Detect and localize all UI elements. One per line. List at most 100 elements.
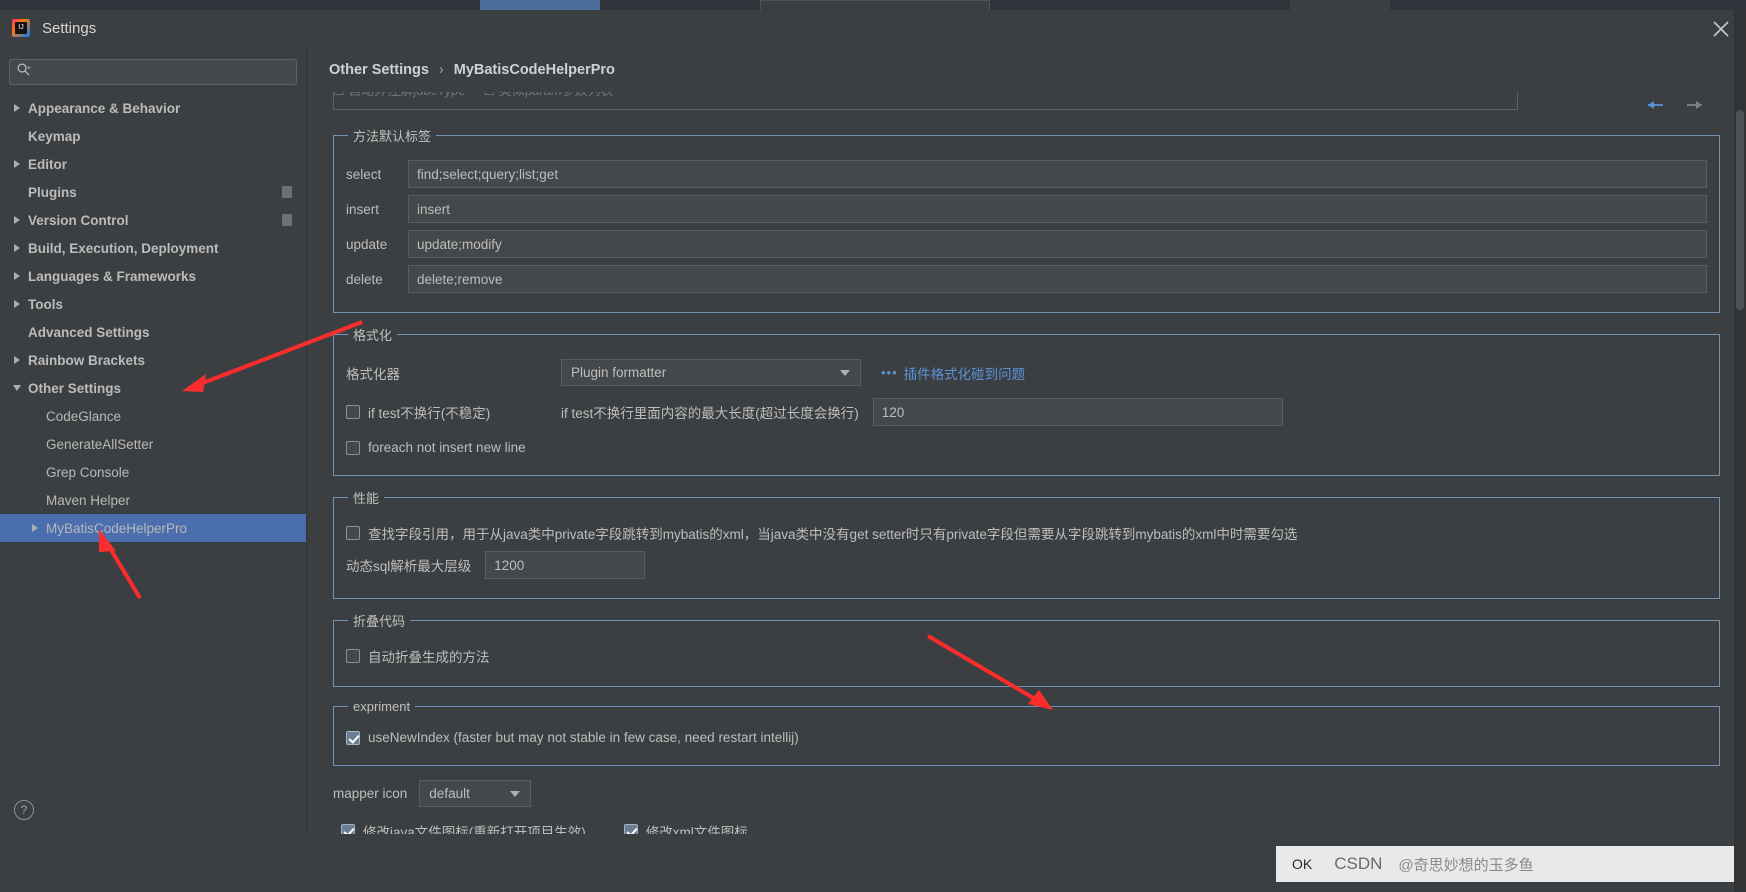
- max-length-input[interactable]: [872, 398, 1283, 426]
- formatter-help-link[interactable]: 插件格式化碰到问题: [904, 363, 1026, 383]
- find-field-ref-checkbox[interactable]: [346, 526, 360, 540]
- chevron-right-icon[interactable]: [10, 244, 24, 252]
- max-length-label: if test不换行里面内容的最大长度(超过长度会换行): [561, 406, 859, 421]
- chevron-right-icon[interactable]: [10, 300, 24, 308]
- sidebar-item-label: Keymap: [28, 128, 81, 144]
- xml-file-icon-checkbox[interactable]: [623, 824, 638, 834]
- more-options-icon[interactable]: •••: [881, 365, 898, 380]
- search-container: [0, 54, 306, 94]
- method-tag-label: update: [346, 236, 388, 252]
- sidebar-item-languages-frameworks[interactable]: Languages & Frameworks: [0, 262, 306, 290]
- breadcrumb-separator: ›: [438, 62, 444, 78]
- java-icon-row[interactable]: 修改java文件图标(重新打开项目生效): [341, 821, 586, 834]
- experiment-legend: expriment: [353, 699, 411, 714]
- sidebar-item-label: GenerateAllSetter: [46, 436, 154, 452]
- max-level-input[interactable]: [485, 551, 646, 579]
- auto-fold-label: 自动折叠生成的方法: [368, 650, 490, 665]
- file-icon-row: 修改java文件图标(重新打开项目生效) 修改xml文件图标: [341, 821, 1720, 834]
- chevron-down-icon: [510, 790, 521, 797]
- ide-edge-scrollbar[interactable]: [1734, 10, 1746, 892]
- sidebar-item-label: CodeGlance: [46, 408, 122, 424]
- if-test-checkbox-row[interactable]: if test不换行(不稳定): [346, 402, 561, 422]
- foreach-checkbox[interactable]: [346, 440, 360, 455]
- sidebar-item-maven-helper[interactable]: Maven Helper: [0, 486, 306, 514]
- ide-edge-scrollbar-thumb[interactable]: [1736, 110, 1744, 310]
- ide-background-widget: [1290, 0, 1390, 10]
- ok-button[interactable]: OK: [1292, 856, 1312, 872]
- fold-legend: 折叠代码: [353, 614, 406, 629]
- dialog-titlebar: Settings: [0, 10, 1746, 46]
- breadcrumb-current: MyBatisCodeHelperPro: [453, 62, 615, 78]
- search-input[interactable]: [35, 65, 290, 79]
- sidebar-item-other-settings[interactable]: Other Settings: [0, 374, 306, 402]
- sidebar-item-mybatiscodehelperpro[interactable]: MyBatisCodeHelperPro: [0, 514, 306, 542]
- chevron-right-icon[interactable]: [10, 104, 24, 112]
- method-tags-legend: 方法默认标签: [353, 129, 432, 144]
- sidebar-item-label: Maven Helper: [46, 492, 131, 508]
- dialog-title: Settings: [42, 19, 97, 37]
- method-tag-label: insert: [346, 201, 380, 217]
- mapper-icon-select[interactable]: default: [419, 780, 532, 807]
- breadcrumb-parent[interactable]: Other Settings: [329, 62, 429, 78]
- search-box[interactable]: [9, 59, 297, 85]
- method-tag-input[interactable]: [408, 160, 1707, 188]
- xml-icon-row[interactable]: 修改xml文件图标: [623, 821, 748, 834]
- sidebar-item-advanced-settings[interactable]: Advanced Settings: [0, 318, 306, 346]
- sidebar-item-rainbow-brackets[interactable]: Rainbow Brackets: [0, 346, 306, 374]
- help-icon[interactable]: ?: [14, 800, 34, 820]
- sidebar-item-keymap[interactable]: Keymap: [0, 122, 306, 150]
- sidebar-item-appearance-behavior[interactable]: Appearance & Behavior: [0, 94, 306, 122]
- close-icon[interactable]: [1710, 18, 1732, 40]
- sidebar-item-tools[interactable]: Tools: [0, 290, 306, 318]
- clipped-checkbox-row: ☐ 自动弄注解jdbcType ☐ 类似param参数列表: [333, 92, 1720, 114]
- sidebar-item-grep-console[interactable]: Grep Console: [0, 458, 306, 486]
- sidebar-item-label: Version Control: [28, 212, 129, 228]
- find-field-ref-label: 查找字段引用，用于从java类中private字段跳转到mybatis的xml，…: [368, 527, 1298, 542]
- method-tag-input[interactable]: [408, 230, 1707, 258]
- sidebar-item-version-control[interactable]: Version Control: [0, 206, 306, 234]
- sidebar-item-generateallsetter[interactable]: GenerateAllSetter: [0, 430, 306, 458]
- use-new-index-checkbox[interactable]: [346, 730, 360, 745]
- method-tag-input[interactable]: [408, 265, 1707, 293]
- sidebar-item-badge-icon: [282, 214, 292, 226]
- chevron-right-icon[interactable]: [10, 272, 24, 280]
- find-field-ref-row[interactable]: 查找字段引用，用于从java类中private字段跳转到mybatis的xml，…: [346, 523, 1707, 543]
- sidebar-item-codeglance[interactable]: CodeGlance: [0, 402, 306, 430]
- auto-fold-row[interactable]: 自动折叠生成的方法: [346, 646, 1707, 666]
- chevron-down-icon[interactable]: [10, 385, 24, 391]
- chevron-right-icon[interactable]: [10, 216, 24, 224]
- use-new-index-row[interactable]: useNewIndex (faster but may not stable i…: [346, 730, 1707, 745]
- chevron-right-icon[interactable]: [28, 524, 42, 532]
- formatter-select[interactable]: Plugin formatter: [561, 359, 861, 386]
- sidebar-item-label: Languages & Frameworks: [28, 268, 197, 284]
- settings-scroll-area: ☐ 自动弄注解jdbcType ☐ 类似param参数列表 方法默认标签 sel…: [307, 92, 1746, 834]
- breadcrumb: Other Settings › MyBatisCodeHelperPro: [307, 46, 1746, 88]
- method-tag-row: delete: [346, 265, 1707, 293]
- sidebar-item-label: Plugins: [28, 184, 77, 200]
- experiment-group: expriment useNewIndex (faster but may no…: [333, 699, 1720, 766]
- if-test-row: if test不换行(不稳定) if test不换行里面内容的最大长度(超过长度…: [346, 398, 1707, 426]
- sidebar-item-editor[interactable]: Editor: [0, 150, 306, 178]
- dialog-footer: OK CSDN @奇思妙想的玉多鱼: [0, 834, 1746, 892]
- sidebar-item-label: Appearance & Behavior: [28, 100, 181, 116]
- use-new-index-label: useNewIndex (faster but may not stable i…: [368, 730, 799, 745]
- method-tag-row: select: [346, 160, 1707, 188]
- sidebar-item-build-execution-deployment[interactable]: Build, Execution, Deployment: [0, 234, 306, 262]
- sidebar-item-label: Rainbow Brackets: [28, 352, 146, 368]
- if-test-checkbox-label: if test不换行(不稳定): [368, 406, 491, 421]
- foreach-checkbox-row[interactable]: foreach not insert new line: [346, 440, 1707, 455]
- method-tag-input[interactable]: [408, 195, 1707, 223]
- bottom-rows: mapper icon default 修改java文件图标(重新打开项目生效): [333, 780, 1720, 834]
- auto-fold-checkbox[interactable]: [346, 649, 360, 663]
- if-test-checkbox[interactable]: [346, 405, 360, 419]
- performance-group: 性能 查找字段引用，用于从java类中private字段跳转到mybatis的x…: [333, 488, 1720, 599]
- performance-legend: 性能: [353, 491, 380, 506]
- settings-sidebar: Appearance & Behavior Keymap Editor Plugins…: [0, 46, 307, 834]
- sidebar-item-badge-icon: [282, 186, 292, 198]
- sidebar-item-label: Build, Execution, Deployment: [28, 240, 219, 256]
- sidebar-item-plugins[interactable]: Plugins: [0, 178, 306, 206]
- chevron-right-icon[interactable]: [10, 356, 24, 364]
- java-file-icon-checkbox[interactable]: [341, 824, 355, 834]
- method-tag-label: select: [346, 166, 382, 182]
- chevron-right-icon[interactable]: [10, 160, 24, 168]
